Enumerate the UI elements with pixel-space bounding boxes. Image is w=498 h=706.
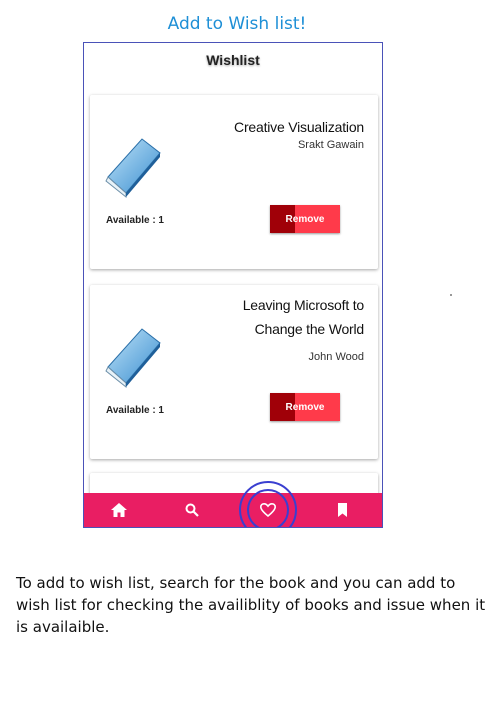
instruction-heading: Add to Wish list! <box>167 14 307 34</box>
bookmark-icon <box>337 503 347 517</box>
book-title: Creative Visualization <box>234 119 364 135</box>
nav-home[interactable] <box>99 493 139 527</box>
page-title: Wishlist <box>206 52 260 68</box>
book-icon <box>105 328 161 389</box>
availability-label: Available : 1 <box>106 405 164 416</box>
wishlist-card: Creative Visualization Srakt Gawain Avai… <box>90 95 378 269</box>
nav-bookmarks[interactable] <box>322 493 362 527</box>
availability-label: Available : 1 <box>106 215 164 226</box>
home-icon <box>111 503 127 517</box>
instruction-text: To add to wish list, search for the book… <box>16 574 486 636</box>
book-title: Leaving Microsoft to Change the World <box>242 297 364 337</box>
remove-button[interactable]: Remove <box>270 393 340 421</box>
search-icon <box>185 503 199 517</box>
book-icon <box>105 138 161 199</box>
stray-dot <box>450 294 452 296</box>
nav-wishlist[interactable] <box>248 493 288 527</box>
book-author: Srakt Gawain <box>297 139 364 151</box>
heart-icon <box>260 503 276 517</box>
book-author: John Wood <box>308 351 364 363</box>
phone-screen: Wishlist Creative Visualization Srakt Ga… <box>83 42 383 528</box>
remove-button[interactable]: Remove <box>270 205 340 233</box>
bottom-navigation <box>84 493 382 527</box>
nav-search[interactable] <box>172 493 212 527</box>
wishlist-card: Leaving Microsoft to Change the World Jo… <box>90 285 378 459</box>
